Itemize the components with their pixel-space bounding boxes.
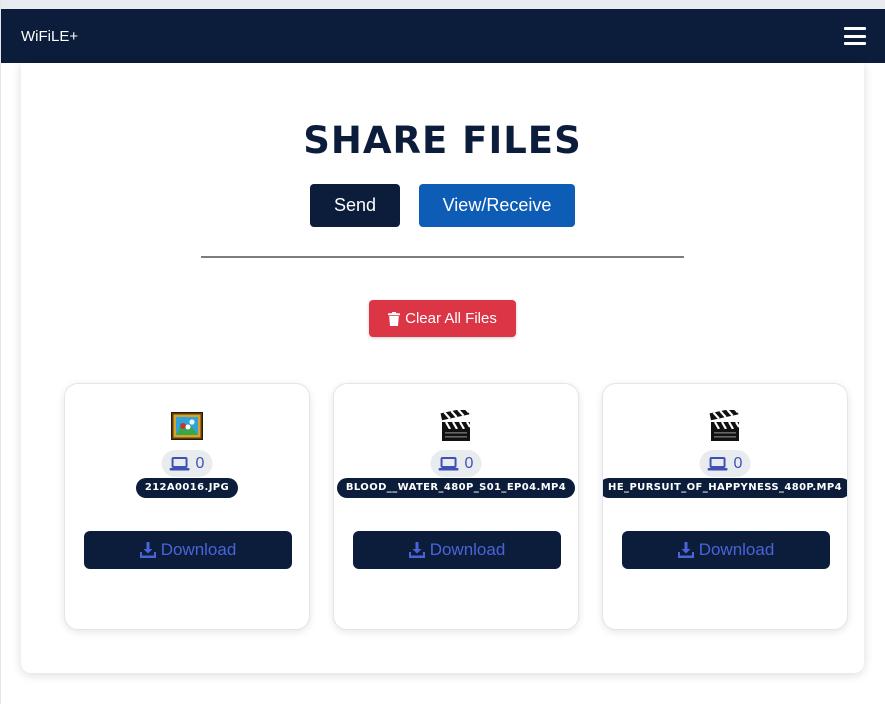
- main-card: SHARE FILES Send View/Receive Clear All …: [21, 63, 864, 673]
- video-clapper-icon: [334, 410, 578, 442]
- page-title: SHARE FILES: [303, 119, 582, 162]
- view-receive-button[interactable]: View/Receive: [419, 184, 575, 227]
- file-card: 0 HE_PURSUIT_OF_HAPPYNESS_480P.MP4 Downl…: [602, 383, 848, 630]
- image-file-icon: [65, 410, 309, 442]
- clear-all-files-button[interactable]: Clear All Files: [369, 300, 516, 337]
- download-icon: [408, 542, 425, 558]
- divider: [201, 256, 684, 258]
- file-card: 0 212A0016.JPG Download: [64, 383, 310, 630]
- top-strip: [1, 0, 885, 9]
- file-card: 0 BLOOD__WATER_480P_S01_EP04.MP4 Downloa…: [333, 383, 579, 630]
- device-count: 0: [464, 454, 474, 472]
- video-clapper-icon: [603, 410, 847, 442]
- download-button[interactable]: Download: [84, 531, 292, 569]
- download-label: Download: [160, 540, 237, 559]
- download-icon: [139, 542, 156, 558]
- page: WiFiLE+ SHARE FILES Send View/Receive Cl…: [0, 0, 885, 704]
- download-button[interactable]: Download: [622, 531, 830, 569]
- laptop-icon: [707, 456, 728, 470]
- connected-devices-badge: 0: [161, 450, 213, 477]
- file-name: 212A0016.JPG: [135, 478, 239, 498]
- laptop-icon: [169, 456, 190, 470]
- connected-devices-badge: 0: [430, 450, 482, 477]
- navbar: WiFiLE+: [1, 9, 885, 63]
- connected-devices-badge: 0: [699, 450, 751, 477]
- file-name: HE_PURSUIT_OF_HAPPYNESS_480P.MP4: [603, 478, 847, 498]
- download-icon: [677, 542, 694, 558]
- download-label: Download: [698, 540, 775, 559]
- device-count: 0: [195, 454, 205, 472]
- hamburger-menu-icon[interactable]: [844, 27, 866, 45]
- trash-icon: [388, 311, 401, 326]
- clear-all-files-label: Clear All Files: [405, 310, 497, 327]
- brand-logo[interactable]: WiFiLE+: [21, 28, 78, 45]
- file-name: BLOOD__WATER_480P_S01_EP04.MP4: [336, 478, 576, 498]
- send-button[interactable]: Send: [310, 184, 400, 227]
- download-button[interactable]: Download: [353, 531, 561, 569]
- download-label: Download: [429, 540, 506, 559]
- laptop-icon: [438, 456, 459, 470]
- device-count: 0: [733, 454, 743, 472]
